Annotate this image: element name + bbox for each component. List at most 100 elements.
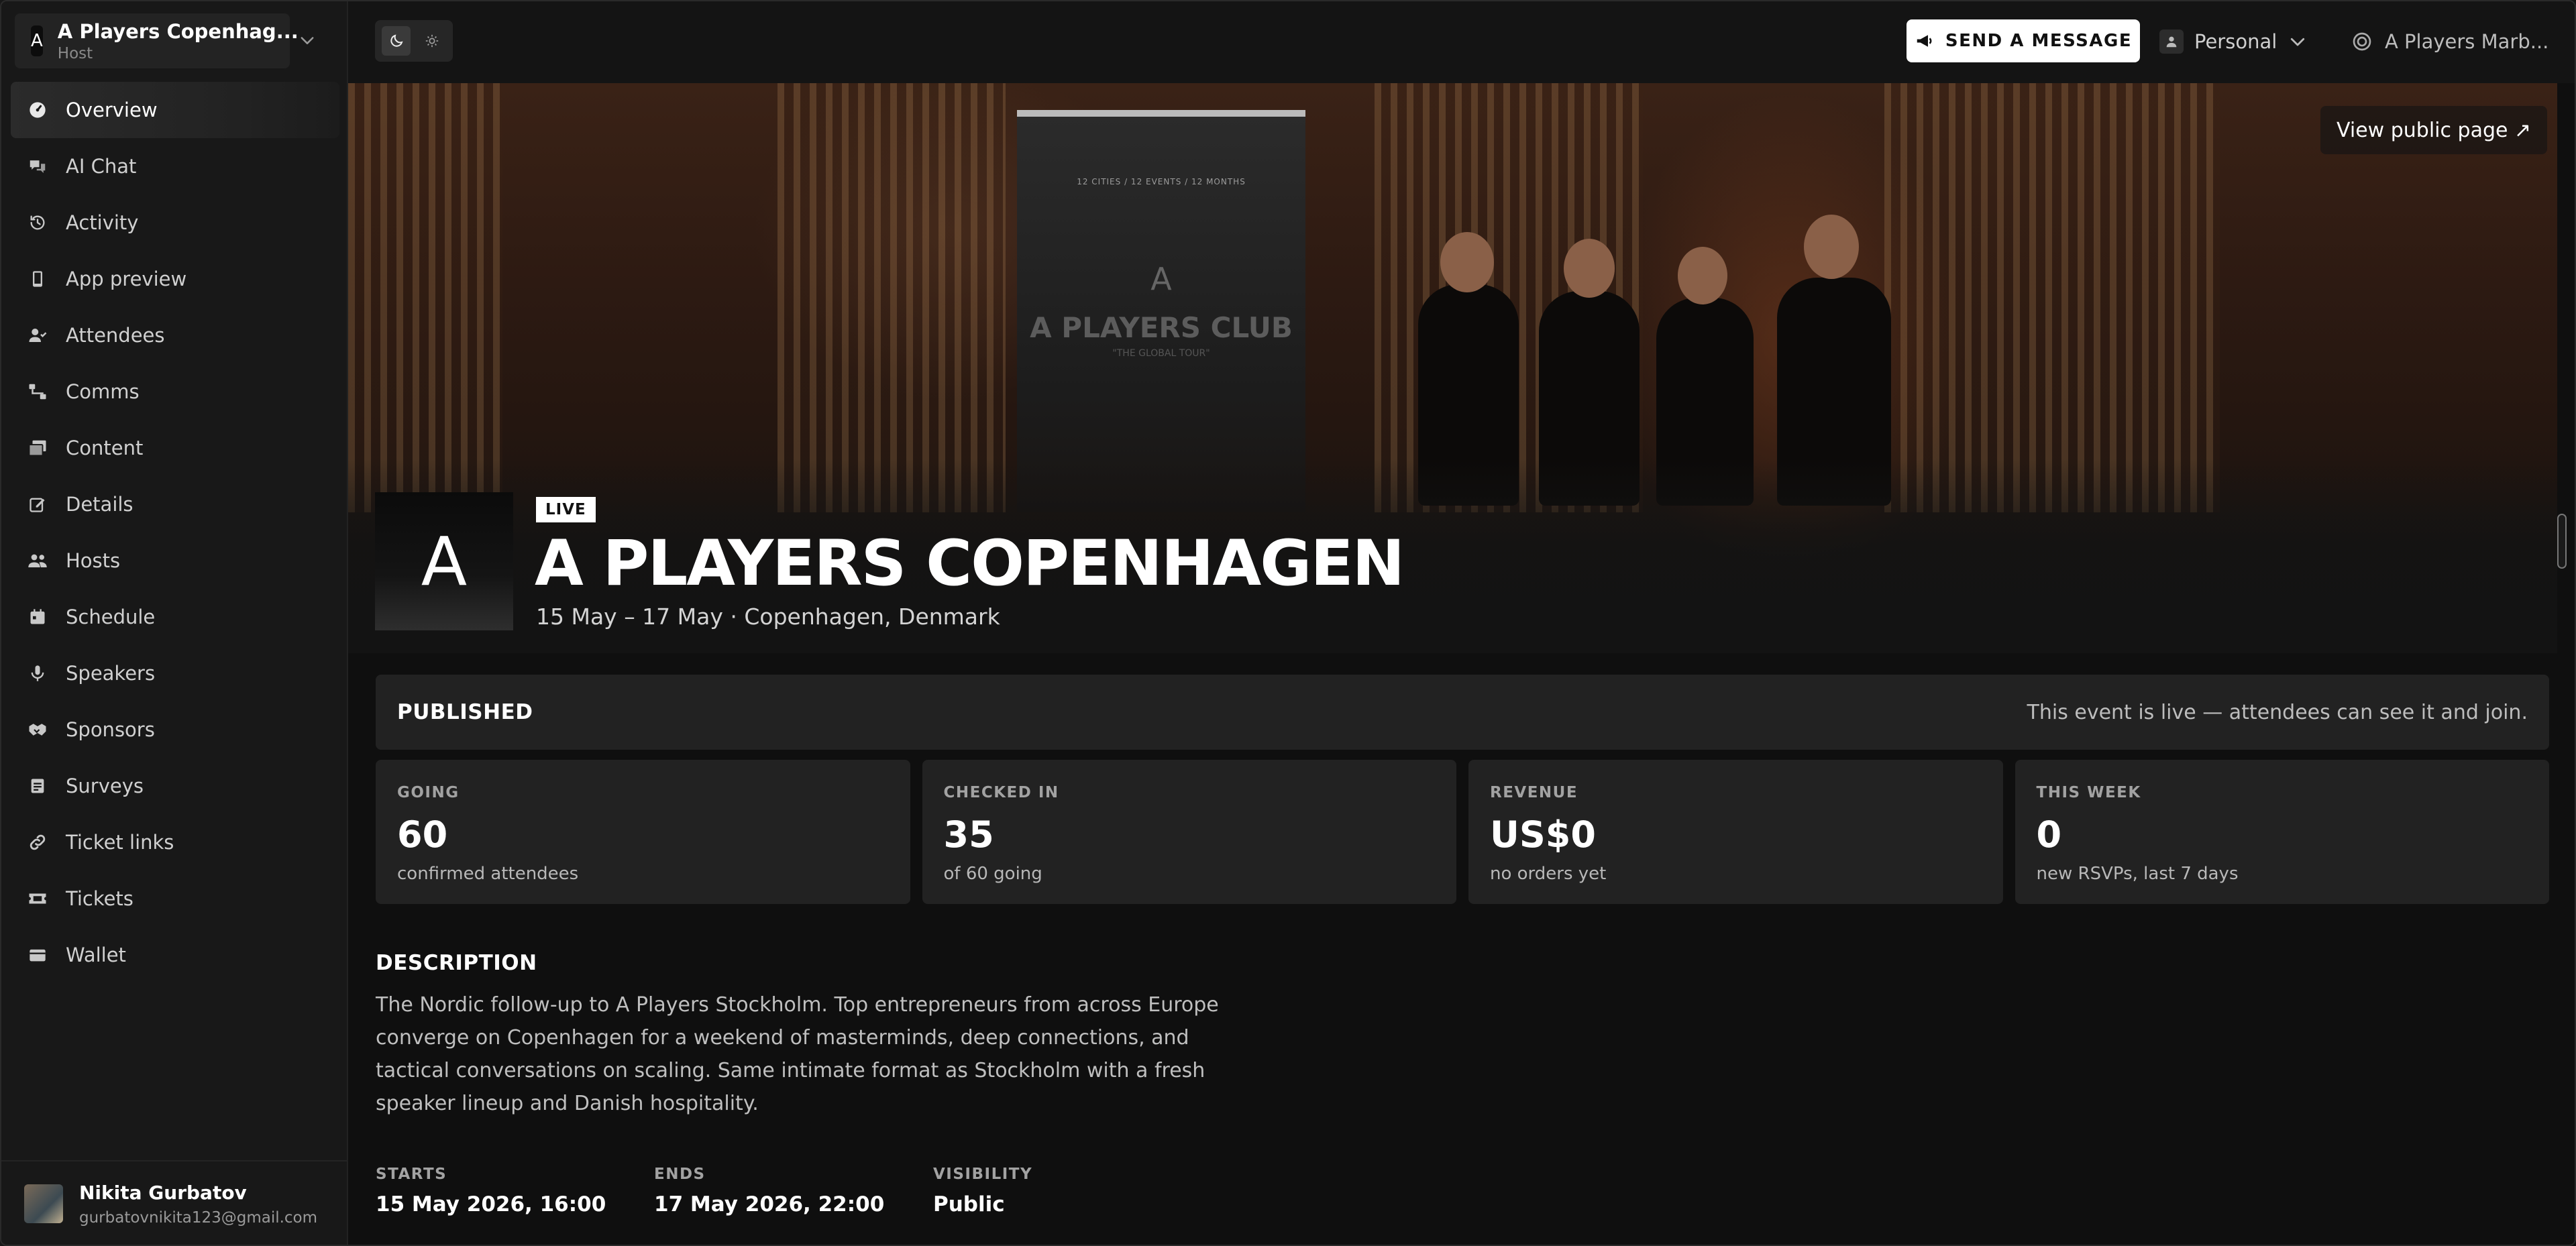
hero-curtain <box>348 83 502 512</box>
sidebar-item-app-preview[interactable]: App preview <box>11 251 339 307</box>
sidebar-item-label: App preview <box>66 268 187 290</box>
stat-card-revenue: REVENUE US$0 no orders yet <box>1468 760 2003 904</box>
event-date-location: 15 May – 17 May · Copenhagen, Denmark <box>536 604 1000 630</box>
stat-sub: of 60 going <box>943 864 1042 884</box>
stat-card-going: GOING 60 confirmed attendees <box>376 760 910 904</box>
sidebar-item-label: Sponsors <box>66 718 155 741</box>
sidebar-item-tickets[interactable]: Tickets <box>11 870 339 927</box>
sidebar-item-comms[interactable]: Comms <box>11 363 339 420</box>
sidebar-nav: Overview AI Chat Activity App preview At… <box>11 82 339 983</box>
meta-visibility: VISIBILITY Public <box>933 1166 1032 1216</box>
personal-label: Personal <box>2194 30 2277 53</box>
hero-figure-head <box>1678 247 1727 304</box>
sidebar-item-label: Wallet <box>66 944 126 966</box>
sidebar-item-ticket-links[interactable]: Ticket links <box>11 814 339 870</box>
sidebar-item-label: AI Chat <box>66 155 137 178</box>
hero-figure-head <box>1804 215 1859 279</box>
sidebar-item-label: Attendees <box>66 324 165 347</box>
meta-starts: STARTS 15 May 2026, 16:00 <box>376 1166 606 1216</box>
history-icon <box>27 212 48 233</box>
sidebar-item-attendees[interactable]: Attendees <box>11 307 339 363</box>
event-title: A PLAYERS COPENHAGEN <box>535 527 1405 600</box>
top-bar: SEND A MESSAGE Personal A Players Marb..… <box>348 0 2576 83</box>
sidebar-item-details[interactable]: Details <box>11 476 339 532</box>
sidebar-item-wallet[interactable]: Wallet <box>11 927 339 983</box>
microphone-icon <box>27 663 48 684</box>
sidebar-item-speakers[interactable]: Speakers <box>11 645 339 701</box>
workspace-logo: A <box>31 25 43 56</box>
stat-value: 35 <box>943 813 994 856</box>
sidebar-item-overview[interactable]: Overview <box>11 82 339 138</box>
sidebar-item-label: Overview <box>66 99 158 121</box>
sidebar-item-label: Hosts <box>66 549 121 572</box>
sidebar-item-schedule[interactable]: Schedule <box>11 589 339 645</box>
theme-toggle[interactable] <box>375 20 453 62</box>
stat-card-this-week: THIS WEEK 0 new RSVPs, last 7 days <box>2015 760 2549 904</box>
clipboard-icon <box>27 775 48 797</box>
hero-figure-head <box>1564 239 1615 298</box>
banner-line-1: 12 CITIES / 12 EVENTS / 12 MONTHS <box>1077 177 1246 186</box>
sidebar-item-hosts[interactable]: Hosts <box>11 532 339 589</box>
sidebar-item-surveys[interactable]: Surveys <box>11 758 339 814</box>
banner-line-2: A PLAYERS CLUB <box>1030 311 1293 344</box>
workspace-switcher[interactable]: A A Players Copenhag... Host <box>15 13 299 68</box>
stat-sub: new RSVPs, last 7 days <box>2036 864 2239 884</box>
chevron-down-icon[interactable] <box>298 31 317 50</box>
account-switcher[interactable]: A Players Marb... <box>2351 23 2548 60</box>
workspace-text: A Players Copenhag... Host <box>58 20 299 62</box>
live-badge: LIVE <box>536 497 596 522</box>
send-message-label: SEND A MESSAGE <box>1945 31 2133 51</box>
share-nodes-icon <box>27 381 48 402</box>
images-icon <box>27 437 48 459</box>
event-hero: 12 CITIES / 12 EVENTS / 12 MONTHS A A PL… <box>348 83 2557 653</box>
megaphone-icon <box>1917 35 1932 47</box>
stat-label: THIS WEEK <box>2036 784 2141 801</box>
meta-label: VISIBILITY <box>933 1166 1033 1183</box>
avatar <box>24 1184 63 1223</box>
target-icon <box>2353 32 2371 51</box>
send-message-button[interactable]: SEND A MESSAGE <box>1907 19 2140 62</box>
dashboard-icon <box>27 99 48 121</box>
link-icon <box>27 832 48 853</box>
publish-status-label: PUBLISHED <box>397 700 533 724</box>
hero-curtain <box>777 83 1006 512</box>
phone-icon <box>27 268 48 290</box>
workspace-role: Host <box>57 44 93 62</box>
sidebar-item-sponsors[interactable]: Sponsors <box>11 701 339 758</box>
sidebar-item-ai-chat[interactable]: AI Chat <box>11 138 339 194</box>
users-icon <box>27 550 48 571</box>
hero-stage-banner: 12 CITIES / 12 EVENTS / 12 MONTHS A A PL… <box>1017 110 1305 512</box>
moon-icon[interactable] <box>382 26 411 56</box>
meta-value: 15 May 2026, 16:00 <box>376 1192 606 1216</box>
sidebar-item-activity[interactable]: Activity <box>11 194 339 251</box>
scrollbar-thumb[interactable] <box>2557 514 2567 569</box>
sidebar-item-label: Speakers <box>66 662 156 685</box>
description-text: The Nordic follow-up to A Players Stockh… <box>376 993 1219 1115</box>
event-logo: A <box>375 492 513 630</box>
sidebar-item-content[interactable]: Content <box>11 420 339 476</box>
edit-icon <box>27 494 48 515</box>
sidebar-item-label: Tickets <box>66 887 133 910</box>
workspace-name: A Players Copenhag... <box>57 19 299 43</box>
view-public-page-button[interactable]: View public page ↗ <box>2320 106 2548 154</box>
sidebar-item-label: Surveys <box>66 775 144 797</box>
sidebar-item-label: Details <box>66 493 133 516</box>
user-text: Nikita Gurbatov gurbatovnikita123@gmail.… <box>79 1182 317 1227</box>
meta-label: STARTS <box>376 1166 447 1183</box>
calendar-icon <box>27 606 48 628</box>
stat-label: CHECKED IN <box>943 784 1059 801</box>
handshake-icon <box>27 719 48 740</box>
meta-value: Public <box>933 1192 1005 1216</box>
user-profile[interactable]: Nikita Gurbatov gurbatovnikita123@gmail.… <box>0 1160 347 1246</box>
sidebar-item-label: Ticket links <box>66 831 174 854</box>
sun-icon[interactable] <box>417 26 446 56</box>
stat-sub: no orders yet <box>1490 864 1607 884</box>
sidebar-item-label: Activity <box>66 211 139 234</box>
user-name: Nikita Gurbatov <box>79 1181 247 1204</box>
stats-row: GOING 60 confirmed attendees CHECKED IN … <box>376 760 2549 904</box>
stat-value: US$0 <box>1490 813 1596 856</box>
stat-card-checked-in: CHECKED IN 35 of 60 going <box>922 760 1456 904</box>
user-check-icon <box>27 325 48 346</box>
hero-figure-head <box>1440 232 1494 292</box>
personal-switcher[interactable]: Personal <box>2159 23 2308 60</box>
